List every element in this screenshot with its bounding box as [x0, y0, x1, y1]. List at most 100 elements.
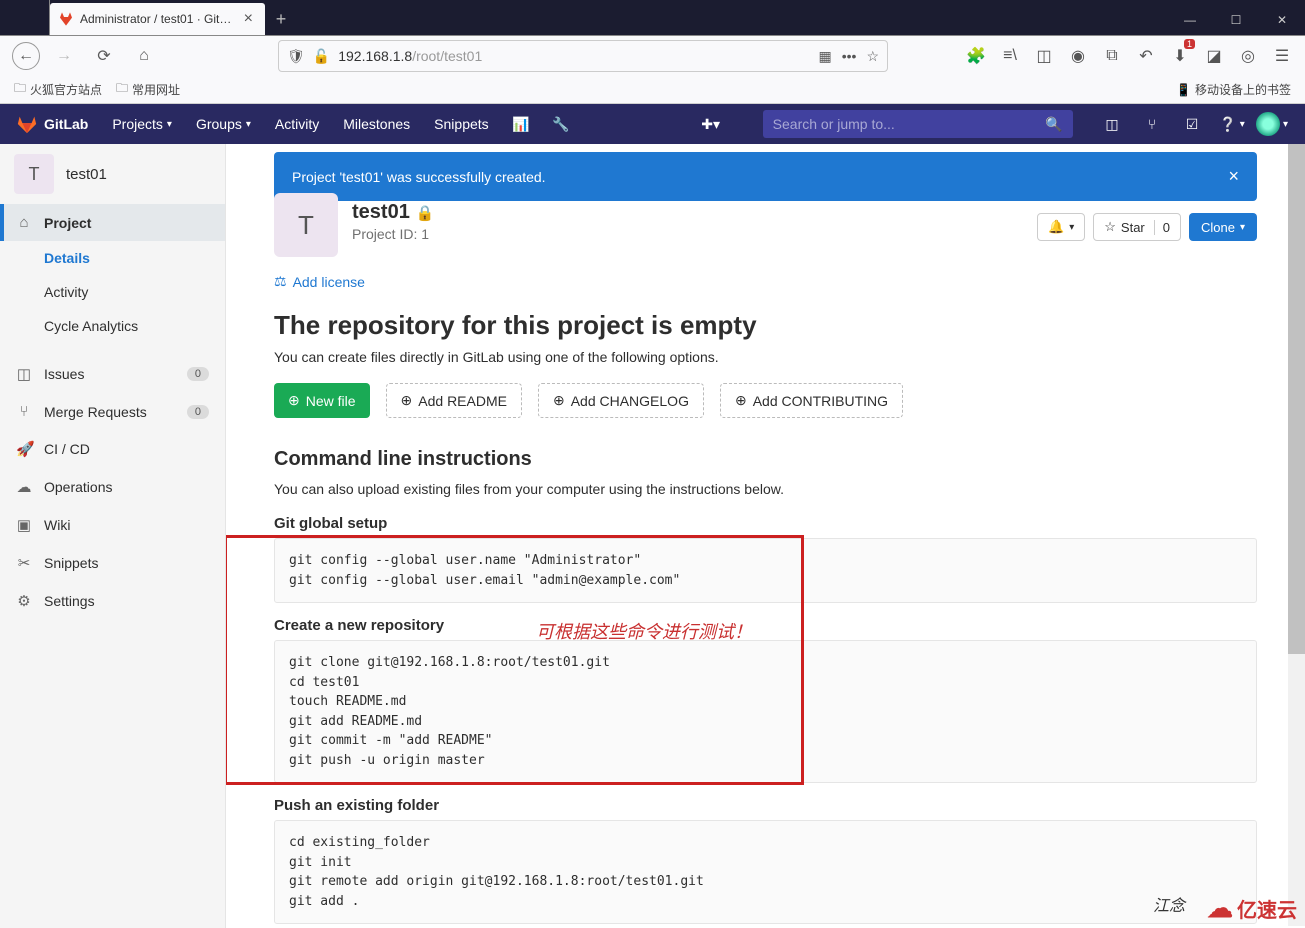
nav-chart-icon[interactable]: 📊 [503, 104, 539, 144]
plus-icon: ⊕ [401, 392, 413, 409]
bookmark-common[interactable]: 🗀 常用网址 [116, 79, 180, 100]
sidebar-icon[interactable]: ◫ [1033, 45, 1055, 67]
home-button[interactable]: ⌂ [128, 40, 160, 72]
bookmark-star-icon[interactable]: ☆ [866, 48, 879, 65]
ext2-icon[interactable]: ◪ [1203, 45, 1225, 67]
nav-activity[interactable]: Activity [265, 104, 329, 144]
gear-icon: ⚙ [16, 592, 32, 610]
mr-shortcut-icon[interactable]: ⑂ [1135, 116, 1169, 132]
cli-subtext: You can also upload existing files from … [274, 481, 1257, 497]
new-repo-code[interactable]: git clone git@192.168.1.8:root/test01.gi… [274, 640, 1257, 783]
nav-groups[interactable]: Groups▾ [186, 104, 261, 144]
gitlab-logo[interactable]: GitLab [16, 113, 88, 135]
add-readme-button[interactable]: ⊕Add README [386, 383, 522, 418]
qr-icon[interactable]: ▦ [818, 48, 831, 65]
sidebar-sub-details[interactable]: Details [0, 241, 225, 275]
close-window-button[interactable]: ✕ [1259, 5, 1305, 35]
sidebar-item-issues[interactable]: ◫Issues0 [0, 355, 225, 393]
browser-chrome: Administrator / test01 · GitL... × + — ☐… [0, 0, 1305, 104]
forward-button[interactable]: → [48, 40, 80, 72]
sidebar-item-settings[interactable]: ⚙Settings [0, 582, 225, 620]
sidebar-item-operations[interactable]: ☁Operations [0, 468, 225, 506]
ext3-icon[interactable]: ◎ [1237, 45, 1259, 67]
alert-close-icon[interactable]: × [1228, 166, 1239, 187]
search-icon: 🔍 [1045, 116, 1062, 133]
project-avatar: T [14, 154, 54, 194]
bookmark-mobile[interactable]: 📱 移动设备上的书签 [1176, 81, 1291, 98]
sidebar-item-wiki[interactable]: ▣Wiki [0, 506, 225, 544]
minimize-button[interactable]: — [1167, 5, 1213, 35]
gitlab-logo-icon [16, 113, 38, 135]
tab-close-icon[interactable]: × [240, 10, 257, 28]
mr-count: 0 [187, 405, 209, 419]
gitlab-header: GitLab Projects▾ Groups▾ Activity Milest… [0, 104, 1305, 144]
project-title: test01 [352, 201, 410, 224]
sidebar-item-project[interactable]: ⌂Project [0, 204, 225, 241]
sidebar-item-mr[interactable]: ⑂Merge Requests0 [0, 393, 225, 430]
cloud-icon: ☁ [16, 478, 32, 496]
sidebar-sub-activity[interactable]: Activity [0, 275, 225, 309]
extensions-icon[interactable]: 🧩 [965, 45, 987, 67]
url-bar[interactable]: 🛡 🔓 192.168.1.8/root/test01 ▦ ••• ☆ [278, 40, 888, 72]
download-icon[interactable]: ⬇1 [1169, 45, 1191, 67]
new-file-button[interactable]: ⊕New file [274, 383, 370, 418]
scale-icon: ⚖ [274, 273, 287, 290]
gitlab-search[interactable]: 🔍 [763, 110, 1073, 138]
add-changelog-button[interactable]: ⊕Add CHANGELOG [538, 383, 704, 418]
scrollbar[interactable] [1288, 144, 1305, 926]
plus-icon: ⊕ [288, 392, 300, 409]
plus-icon: ⊕ [553, 392, 565, 409]
watermark-author: 江念 [1153, 892, 1185, 916]
new-repo-heading: Create a new repository [274, 617, 1257, 634]
maximize-button[interactable]: ☐ [1213, 5, 1259, 35]
sidebar-sub-cycle[interactable]: Cycle Analytics [0, 309, 225, 343]
nav-snippets[interactable]: Snippets [424, 104, 498, 144]
watermark-brand: ☁亿速云 [1207, 893, 1297, 924]
tab-strip: Administrator / test01 · GitL... × + — ☐… [0, 0, 1305, 36]
nav-plus-dropdown[interactable]: ✚ ▾ [693, 104, 729, 144]
shield-icon: 🛡 [287, 48, 305, 65]
notifications-dropdown[interactable]: 🔔▾ [1037, 213, 1085, 241]
annotation-text: 可根据这些命令进行测试！ [536, 618, 752, 644]
add-license-link[interactable]: ⚖Add license [226, 267, 1305, 310]
alert-text: Project 'test01' was successfully create… [292, 169, 546, 185]
reload-button[interactable]: ⟳ [88, 40, 120, 72]
gitlab-favicon-icon [58, 11, 74, 27]
file-action-row: ⊕New file ⊕Add README ⊕Add CHANGELOG ⊕Ad… [274, 383, 1257, 418]
nav-wrench-icon[interactable]: 🔧 [543, 104, 579, 144]
back-button[interactable]: ← [12, 42, 40, 70]
search-input[interactable] [773, 116, 1046, 132]
nav-milestones[interactable]: Milestones [333, 104, 420, 144]
sidebar-item-snippets[interactable]: ✂Snippets [0, 544, 225, 582]
content-area: Project 'test01' was successfully create… [226, 144, 1305, 928]
bookmark-firefox[interactable]: 🗀 火狐官方站点 [14, 79, 102, 100]
browser-toolbar-right: 🧩 ≡\ ◫ ◉ ⧉ ↶ ⬇1 ◪ ◎ ☰ [965, 45, 1293, 67]
account-icon[interactable]: ◉ [1067, 45, 1089, 67]
todos-icon[interactable]: ☑ [1175, 116, 1209, 133]
screenshot-icon[interactable]: ⧉ [1101, 45, 1123, 67]
url-host: 192.168.1.8 [338, 48, 412, 64]
user-avatar-dropdown[interactable]: ▾ [1255, 112, 1289, 136]
sidebar-project-header[interactable]: T test01 [0, 144, 225, 204]
push-existing-code[interactable]: cd existing_folder git init git remote a… [274, 820, 1257, 924]
nav-projects[interactable]: Projects▾ [102, 104, 182, 144]
undo-icon[interactable]: ↶ [1135, 45, 1157, 67]
book-icon: ▣ [16, 516, 32, 534]
window-controls: — ☐ ✕ [1167, 5, 1305, 35]
new-tab-button[interactable]: + [265, 3, 297, 35]
add-contributing-button[interactable]: ⊕Add CONTRIBUTING [720, 383, 903, 418]
git-global-code[interactable]: git config --global user.name "Administr… [274, 538, 1257, 603]
scrollbar-thumb[interactable] [1288, 144, 1305, 654]
chevron-down-icon: ▾ [713, 116, 720, 133]
more-actions-icon[interactable]: ••• [842, 48, 857, 65]
browser-tab-active[interactable]: Administrator / test01 · GitL... × [50, 3, 265, 35]
library-icon[interactable]: ≡\ [999, 45, 1021, 67]
star-button[interactable]: ☆Star0 [1093, 213, 1181, 241]
help-dropdown[interactable]: ❔▾ [1215, 116, 1249, 133]
clone-dropdown[interactable]: Clone▾ [1189, 213, 1257, 241]
hamburger-menu-icon[interactable]: ☰ [1271, 45, 1293, 67]
issues-shortcut-icon[interactable]: ◫ [1095, 116, 1129, 133]
plus-icon: ⊕ [735, 392, 747, 409]
sidebar-item-cicd[interactable]: 🚀CI / CD [0, 430, 225, 468]
project-id: Project ID: 1 [352, 226, 435, 242]
